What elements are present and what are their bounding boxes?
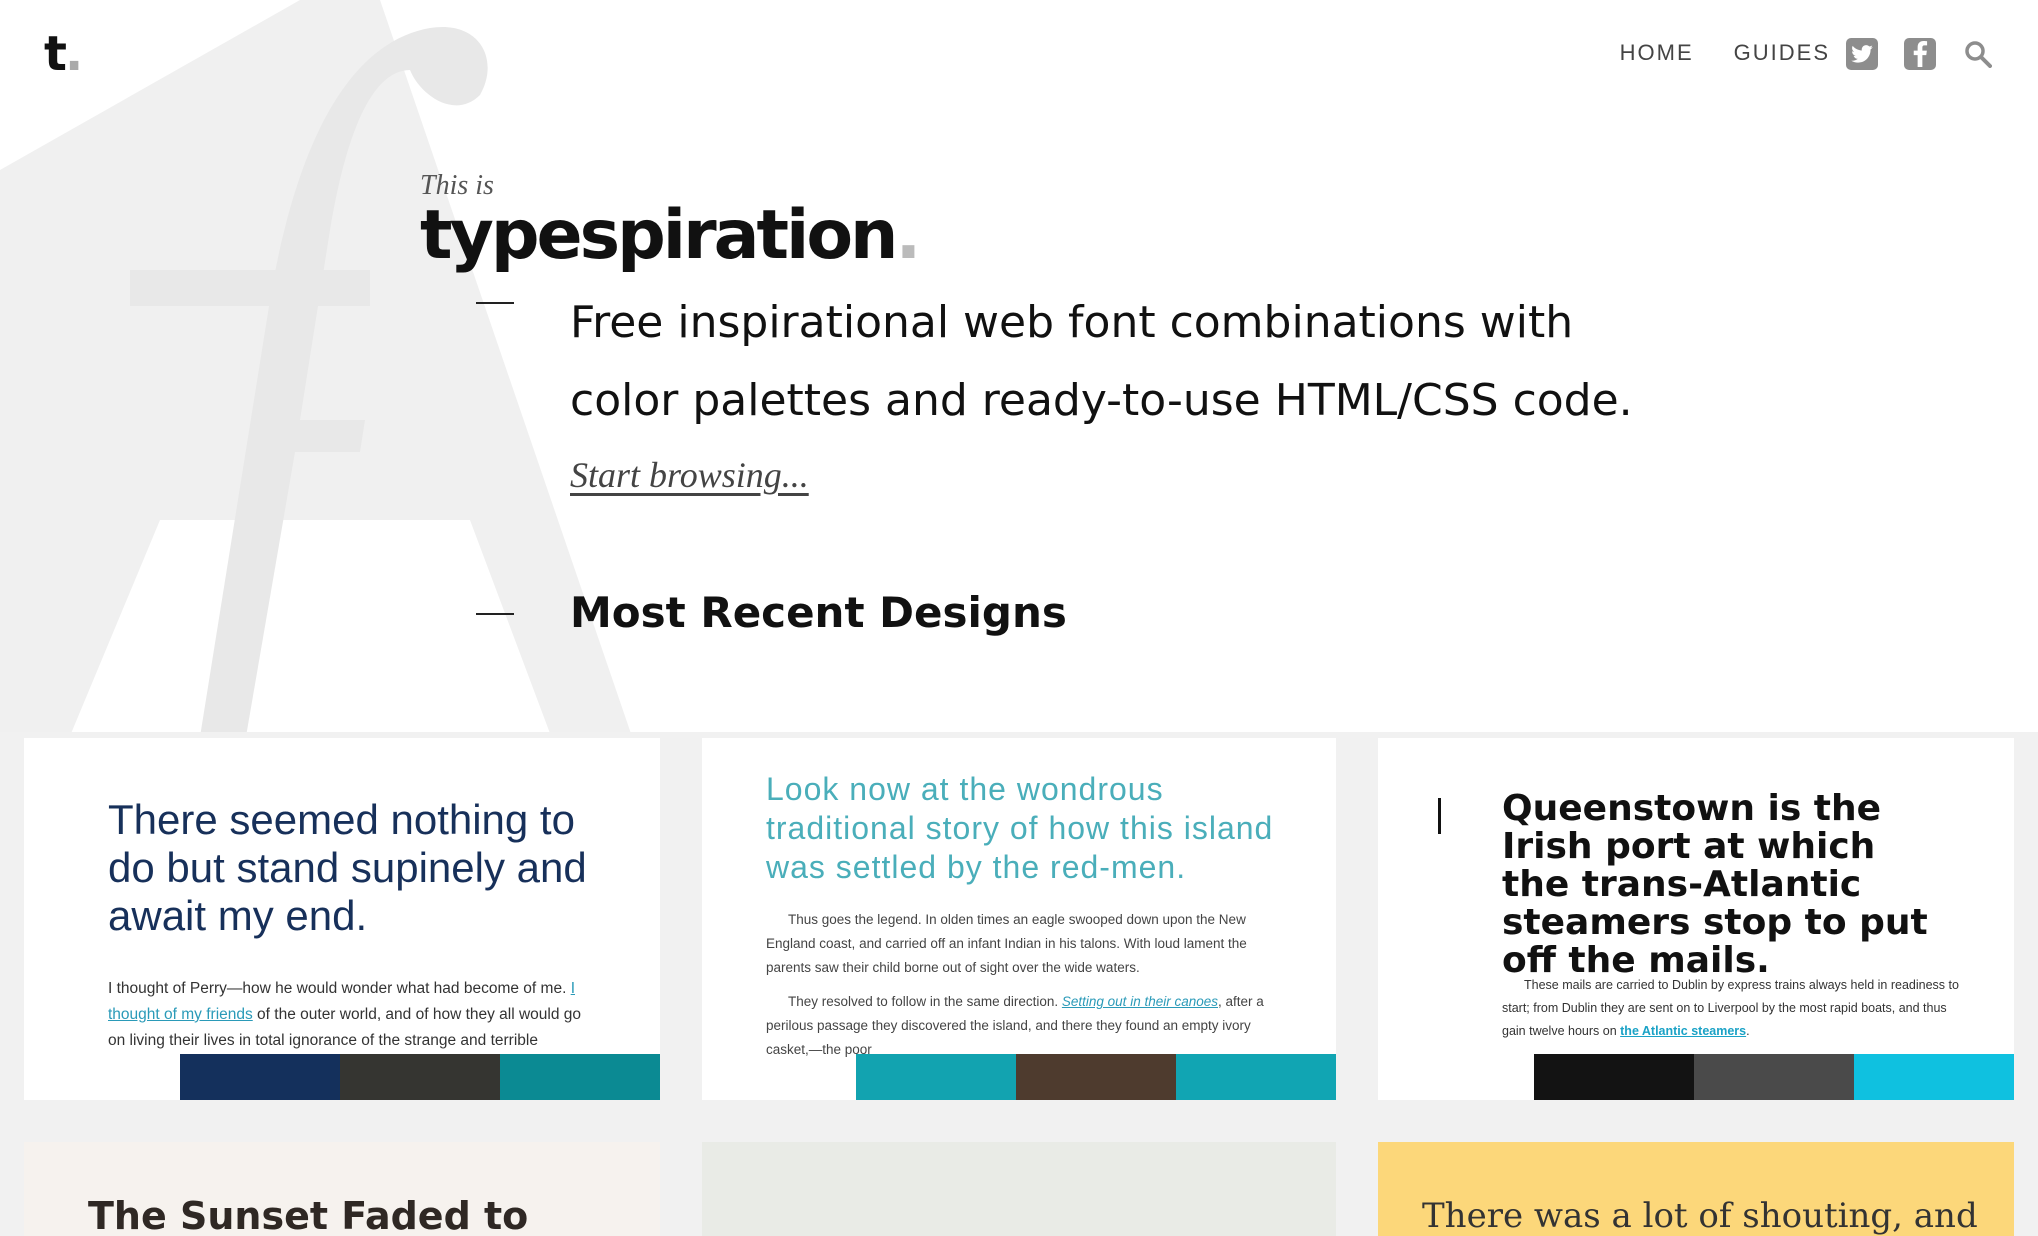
color-palette	[180, 1054, 660, 1100]
color-palette	[856, 1054, 1336, 1100]
card-body: These mails are carried to Dublin by exp…	[1502, 974, 1962, 1043]
hero-brand-name: typespiration	[420, 196, 898, 275]
hero-heading: This is typespiration.	[420, 170, 921, 275]
nav-guides-link[interactable]: GUIDES	[1734, 40, 1830, 66]
design-card[interactable]: Look now at the wondrous traditional sto…	[702, 738, 1336, 1100]
card-body-text: I thought of Perry—how he would wonder w…	[108, 980, 571, 997]
palette-swatch	[340, 1054, 500, 1100]
card-body-link[interactable]: the Atlantic steamers	[1620, 1024, 1746, 1038]
card-body: Thus goes the legend. In olden times an …	[766, 908, 1286, 1062]
design-card[interactable]	[702, 1142, 1336, 1236]
color-palette	[1534, 1054, 2014, 1100]
palette-swatch	[1854, 1054, 2014, 1100]
design-card[interactable]: There seemed nothing to do but stand sup…	[24, 738, 660, 1100]
card-paragraph: They resolved to follow in the same dire…	[766, 990, 1286, 1062]
card-body-text: They resolved to follow in the same dire…	[788, 994, 1062, 1009]
palette-swatch	[180, 1054, 340, 1100]
palette-swatch	[1534, 1054, 1694, 1100]
card-title: There was a lot of shouting, and one	[1422, 1196, 1978, 1236]
card-title: The Sunset Faded to	[88, 1194, 529, 1236]
card-title: Queenstown is the Irish port at which th…	[1502, 788, 1928, 981]
card-paragraph: Thus goes the legend. In olden times an …	[766, 912, 1247, 975]
main-nav: HOME GUIDES	[1620, 40, 1830, 66]
palette-swatch	[1176, 1054, 1336, 1100]
card-body: I thought of Perry—how he would wonder w…	[108, 976, 588, 1054]
hero-brand: typespiration.	[420, 196, 921, 275]
logo-dot: .	[64, 26, 83, 82]
card-body-link[interactable]: Setting out in their canoes	[1062, 994, 1218, 1009]
hero-tagline: Free inspirational web font combinations…	[570, 297, 1633, 426]
design-card[interactable]: There was a lot of shouting, and one	[1378, 1142, 2014, 1236]
design-card[interactable]: The Sunset Faded to	[24, 1142, 660, 1236]
twitter-icon[interactable]	[1846, 38, 1878, 70]
design-card[interactable]: Queenstown is the Irish port at which th…	[1378, 738, 2014, 1100]
card-title: There seemed nothing to do but stand sup…	[108, 796, 587, 939]
logo-letter: t	[44, 26, 67, 82]
palette-swatch	[856, 1054, 1016, 1100]
nav-home-link[interactable]: HOME	[1620, 40, 1694, 66]
palette-swatch	[500, 1054, 660, 1100]
card-body-text: .	[1746, 1024, 1750, 1038]
section-title: Most Recent Designs	[570, 588, 1067, 637]
palette-swatch	[1016, 1054, 1176, 1100]
header-icons	[1846, 38, 1994, 70]
background-letter-f-bar	[130, 270, 370, 306]
background-letter-a	[0, 0, 640, 760]
facebook-icon[interactable]	[1904, 38, 1936, 70]
palette-swatch	[1694, 1054, 1854, 1100]
tagline-dash	[476, 302, 514, 304]
card-accent-bar	[1438, 798, 1441, 834]
start-browsing-link[interactable]: Start browsing...	[570, 454, 809, 496]
section-dash	[476, 613, 514, 615]
hero-brand-dot: .	[895, 196, 921, 275]
card-title: Look now at the wondrous traditional sto…	[766, 771, 1274, 885]
site-logo[interactable]: t.	[44, 26, 83, 82]
search-icon[interactable]	[1962, 38, 1994, 70]
